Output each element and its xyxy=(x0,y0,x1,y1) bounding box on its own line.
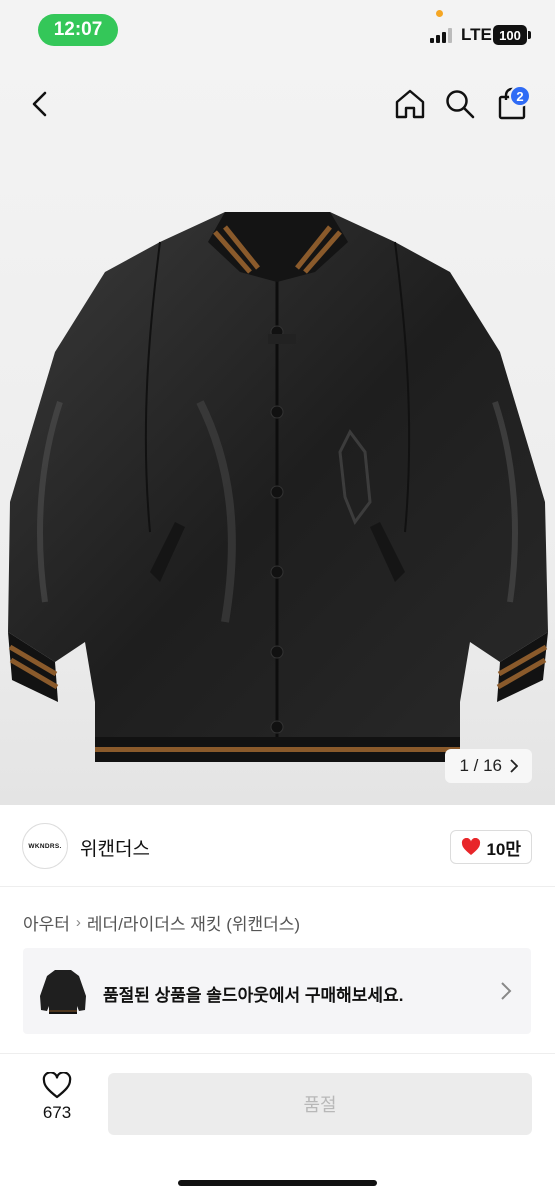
brand-name[interactable]: 위캔더스 xyxy=(80,834,150,861)
battery-icon: 100 xyxy=(493,25,531,45)
bottom-action-bar: 673 품절 xyxy=(0,1053,555,1200)
brand-logo[interactable]: WKNDRS. xyxy=(22,823,68,869)
network-type: LTE xyxy=(461,25,492,44)
soldout-banner[interactable]: 품절된 상품을 솔드아웃에서 구매해보세요. xyxy=(23,948,531,1034)
battery-level: 100 xyxy=(499,27,521,43)
cart-badge: 2 xyxy=(509,85,531,107)
back-icon xyxy=(32,91,47,117)
pager-text: 1 / 16 xyxy=(459,756,502,775)
brand-row[interactable]: WKNDRS. 위캔더스 10만 xyxy=(0,805,555,887)
brand-like-count: 10만 xyxy=(486,839,521,859)
product-thumbnail xyxy=(40,970,86,1014)
brand-like-button[interactable]: 10만 xyxy=(450,830,532,864)
product-image xyxy=(8,212,548,762)
privacy-indicator-dot xyxy=(436,10,443,17)
heart-outline-icon xyxy=(42,1072,72,1099)
search-icon xyxy=(446,90,475,119)
breadcrumb-category[interactable]: 아우터 xyxy=(23,910,70,935)
gallery-pager[interactable]: 1 / 16 xyxy=(445,749,532,783)
wishlist-count: 673 xyxy=(42,1103,72,1122)
breadcrumb-separator-icon: › xyxy=(75,914,81,931)
breadcrumb-subcategory[interactable]: 레더/라이더스 재킷 (위캔더스) xyxy=(87,910,300,935)
chevron-right-icon xyxy=(501,982,512,1000)
signal-icon xyxy=(430,27,456,43)
home-icon xyxy=(395,89,425,119)
product-gallery[interactable]: 1 / 16 xyxy=(0,62,555,805)
home-indicator[interactable] xyxy=(178,1180,377,1186)
home-button[interactable] xyxy=(388,82,432,126)
soldout-button[interactable]: 품절 xyxy=(108,1073,532,1135)
status-time: 12:07 xyxy=(38,14,118,46)
status-bar: 12:07 LTE 100 xyxy=(0,0,555,62)
soldout-banner-text: 품절된 상품을 솔드아웃에서 구매해보세요. xyxy=(103,986,404,1005)
breadcrumb: 아우터 › 레더/라이더스 재킷 (위캔더스) xyxy=(23,910,300,935)
back-button[interactable] xyxy=(18,82,62,126)
search-button[interactable] xyxy=(438,82,482,126)
chevron-right-icon xyxy=(510,759,518,773)
heart-filled-icon xyxy=(462,838,481,855)
wishlist-button[interactable]: 673 xyxy=(28,1072,86,1134)
